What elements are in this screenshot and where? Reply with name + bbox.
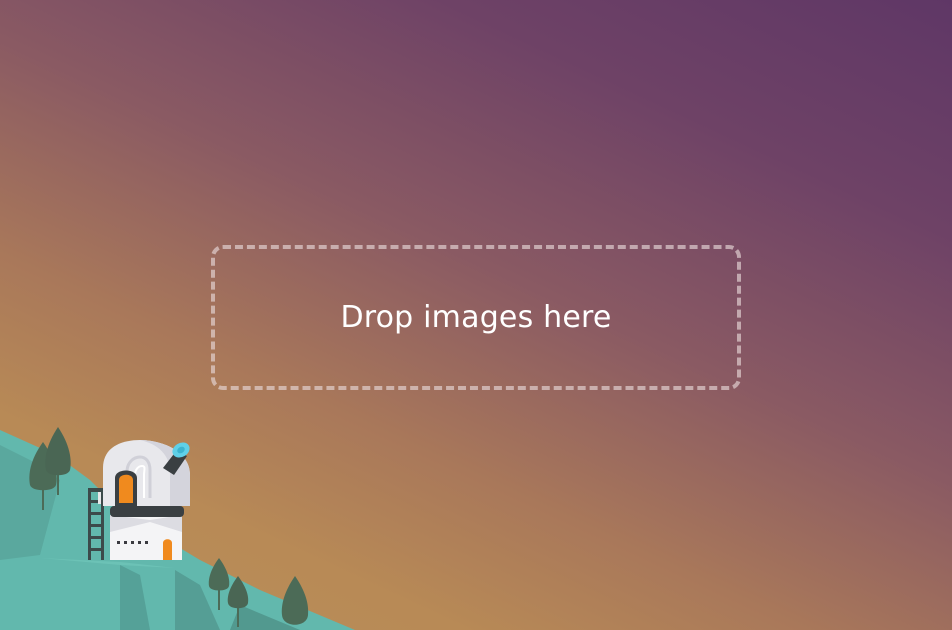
drop-zone-label: Drop images here (340, 300, 612, 335)
image-drop-zone[interactable]: Drop images here (211, 245, 741, 390)
app-canvas: Drop images here (0, 0, 952, 630)
tree-icon (281, 576, 309, 625)
observatory-illustration (0, 427, 355, 630)
ladder-icon (88, 490, 104, 560)
